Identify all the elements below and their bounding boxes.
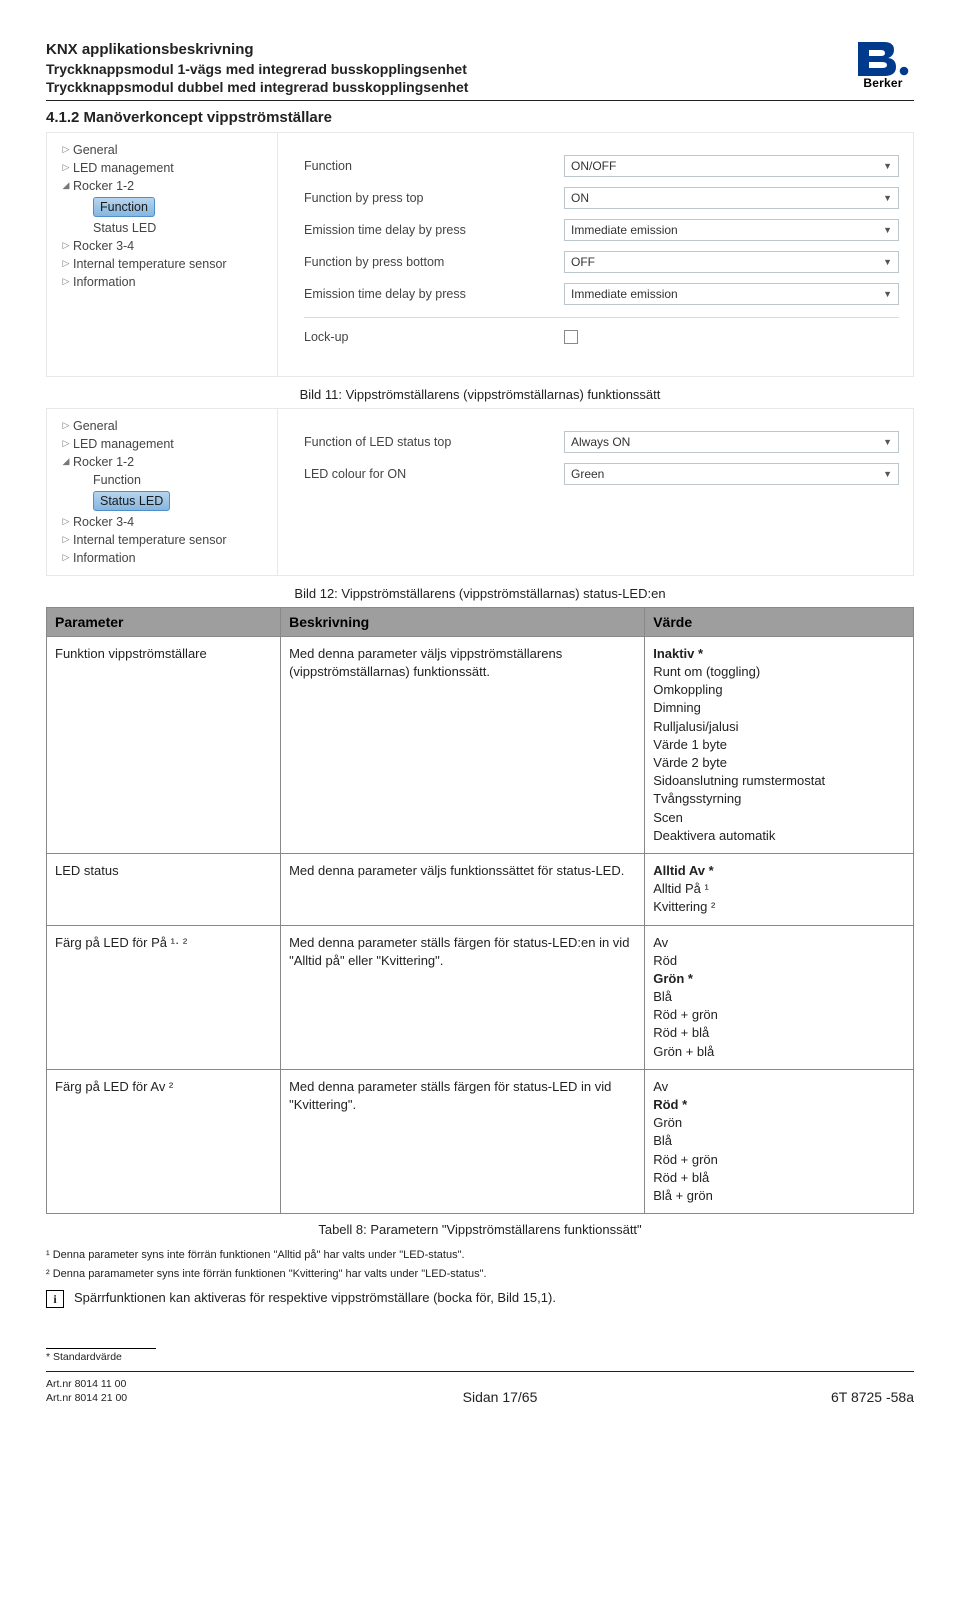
expand-icon: ▷ [61,144,71,155]
screenshot-status-led: ▷General ▷LED management ◢Rocker 1-2 Fun… [46,408,914,576]
chevron-down-icon: ▼ [883,161,892,171]
field-label: Lock-up [304,330,564,344]
info-text: Spärrfunktionen kan aktiveras för respek… [74,1290,556,1305]
dropdown[interactable]: Always ON▼ [564,431,899,453]
field-label: Function by press bottom [304,255,564,269]
parameter-table: Parameter Beskrivning Värde Funktion vip… [46,607,914,1214]
brand-name: Berker [852,76,914,90]
cell-values: Inaktiv *Runt om (toggling)OmkopplingDim… [645,636,914,853]
dropdown[interactable]: OFF▼ [564,251,899,273]
table-row: LED statusMed denna parameter väljs funk… [47,853,914,925]
article-number-1: Art.nr 8014 11 00 [46,1378,246,1392]
cell-values: Alltid Av *Alltid På ¹Kvittering ² [645,853,914,925]
expand-icon: ▷ [61,438,71,449]
collapse-icon: ◢ [61,456,71,467]
dropdown[interactable]: ON▼ [564,187,899,209]
tree-item[interactable]: Rocker 1-2 [73,179,134,193]
tree-item-selected[interactable]: Status LED [93,491,170,511]
col-parameter: Parameter [47,607,281,636]
screenshot-function: ▷General ▷LED management ◢Rocker 1-2 Fun… [46,132,914,377]
tree-item[interactable]: Function [93,473,141,487]
expand-icon: ▷ [61,258,71,269]
nav-tree: ▷General ▷LED management ◢Rocker 1-2 Fun… [47,133,278,376]
cell-parameter: Färg på LED för På ¹· ² [47,925,281,1069]
expand-icon: ▷ [61,516,71,527]
section-heading: 4.1.2 Manöverkoncept vippströmställare [46,109,914,126]
tree-item[interactable]: Rocker 3-4 [73,515,134,529]
chevron-down-icon: ▼ [883,437,892,447]
header-rule [46,100,914,101]
expand-icon: ▷ [61,276,71,287]
tree-item[interactable]: Internal temperature sensor [73,533,227,547]
expand-icon: ▷ [61,162,71,173]
table-caption: Tabell 8: Parametern "Vippströmställaren… [46,1222,914,1237]
tree-item[interactable]: Information [73,551,136,565]
footnotes: ¹ Denna parameter syns inte förrän funkt… [46,1247,914,1282]
nav-tree: ▷General ▷LED management ◢Rocker 1-2 Fun… [47,409,278,575]
col-value: Värde [645,607,914,636]
brand-logo: Berker [842,40,914,90]
cell-parameter: LED status [47,853,281,925]
dropdown[interactable]: Immediate emission▼ [564,219,899,241]
tree-item[interactable]: General [73,419,117,433]
page-number: Sidan 17/65 [246,1389,754,1405]
chevron-down-icon: ▼ [883,469,892,479]
chevron-down-icon: ▼ [883,225,892,235]
chevron-down-icon: ▼ [883,193,892,203]
cell-description: Med denna parameter ställs färgen för st… [281,925,645,1069]
cell-parameter: Färg på LED för Av ² [47,1069,281,1213]
tree-item[interactable]: General [73,143,117,157]
expand-icon: ▷ [61,534,71,545]
cell-values: AvRöd *GrönBlåRöd + grönRöd + blåBlå + g… [645,1069,914,1213]
tree-item[interactable]: LED management [73,161,174,175]
tree-item[interactable]: Rocker 3-4 [73,239,134,253]
cell-description: Med denna parameter väljs funktionssätte… [281,853,645,925]
doc-title: KNX applikationsbeskrivning [46,40,842,60]
doc-code: 6T 8725 -58a [754,1389,914,1405]
field-label: Function [304,159,564,173]
checkbox[interactable] [564,330,578,344]
col-description: Beskrivning [281,607,645,636]
doc-subtitle-2: Tryckknappsmodul dubbel med integrerad b… [46,78,842,96]
tree-item-selected[interactable]: Function [93,197,155,217]
cell-description: Med denna parameter väljs vippströmställ… [281,636,645,853]
cell-description: Med denna parameter ställs färgen för st… [281,1069,645,1213]
field-label: Emission time delay by press [304,223,564,237]
expand-icon: ▷ [61,420,71,431]
chevron-down-icon: ▼ [883,257,892,267]
chevron-down-icon: ▼ [883,289,892,299]
table-row: Färg på LED för På ¹· ²Med denna paramet… [47,925,914,1069]
doc-subtitle-1: Tryckknappsmodul 1-vägs med integrerad b… [46,60,842,78]
tree-item[interactable]: Status LED [93,221,156,235]
collapse-icon: ◢ [61,180,71,191]
footnote-1: ¹ Denna parameter syns inte förrän funkt… [46,1247,914,1264]
figure-caption-12: Bild 12: Vippströmställarens (vippströms… [46,586,914,601]
footnote-2: ² Denna paramameter syns inte förrän fun… [46,1266,914,1283]
field-label: Function by press top [304,191,564,205]
dropdown[interactable]: ON/OFF▼ [564,155,899,177]
dropdown[interactable]: Green▼ [564,463,899,485]
expand-icon: ▷ [61,240,71,251]
tree-item[interactable]: Rocker 1-2 [73,455,134,469]
tree-item[interactable]: Internal temperature sensor [73,257,227,271]
tree-item[interactable]: Information [73,275,136,289]
expand-icon: ▷ [61,552,71,563]
field-label: Emission time delay by press [304,287,564,301]
table-row: Funktion vippströmställareMed denna para… [47,636,914,853]
info-icon: i [46,1290,64,1308]
field-label: LED colour for ON [304,467,564,481]
dropdown[interactable]: Immediate emission▼ [564,283,899,305]
cell-parameter: Funktion vippströmställare [47,636,281,853]
cell-values: AvRödGrön *BlåRöd + grönRöd + blåGrön + … [645,925,914,1069]
table-row: Färg på LED för Av ²Med denna parameter … [47,1069,914,1213]
figure-caption-11: Bild 11: Vippströmställarens (vippströms… [46,387,914,402]
field-label: Function of LED status top [304,435,564,449]
asterisk-legend: * Standardvärde [46,1348,914,1363]
article-number-2: Art.nr 8014 21 00 [46,1392,246,1406]
page-footer: Art.nr 8014 11 00 Art.nr 8014 21 00 Sida… [46,1371,914,1405]
tree-item[interactable]: LED management [73,437,174,451]
